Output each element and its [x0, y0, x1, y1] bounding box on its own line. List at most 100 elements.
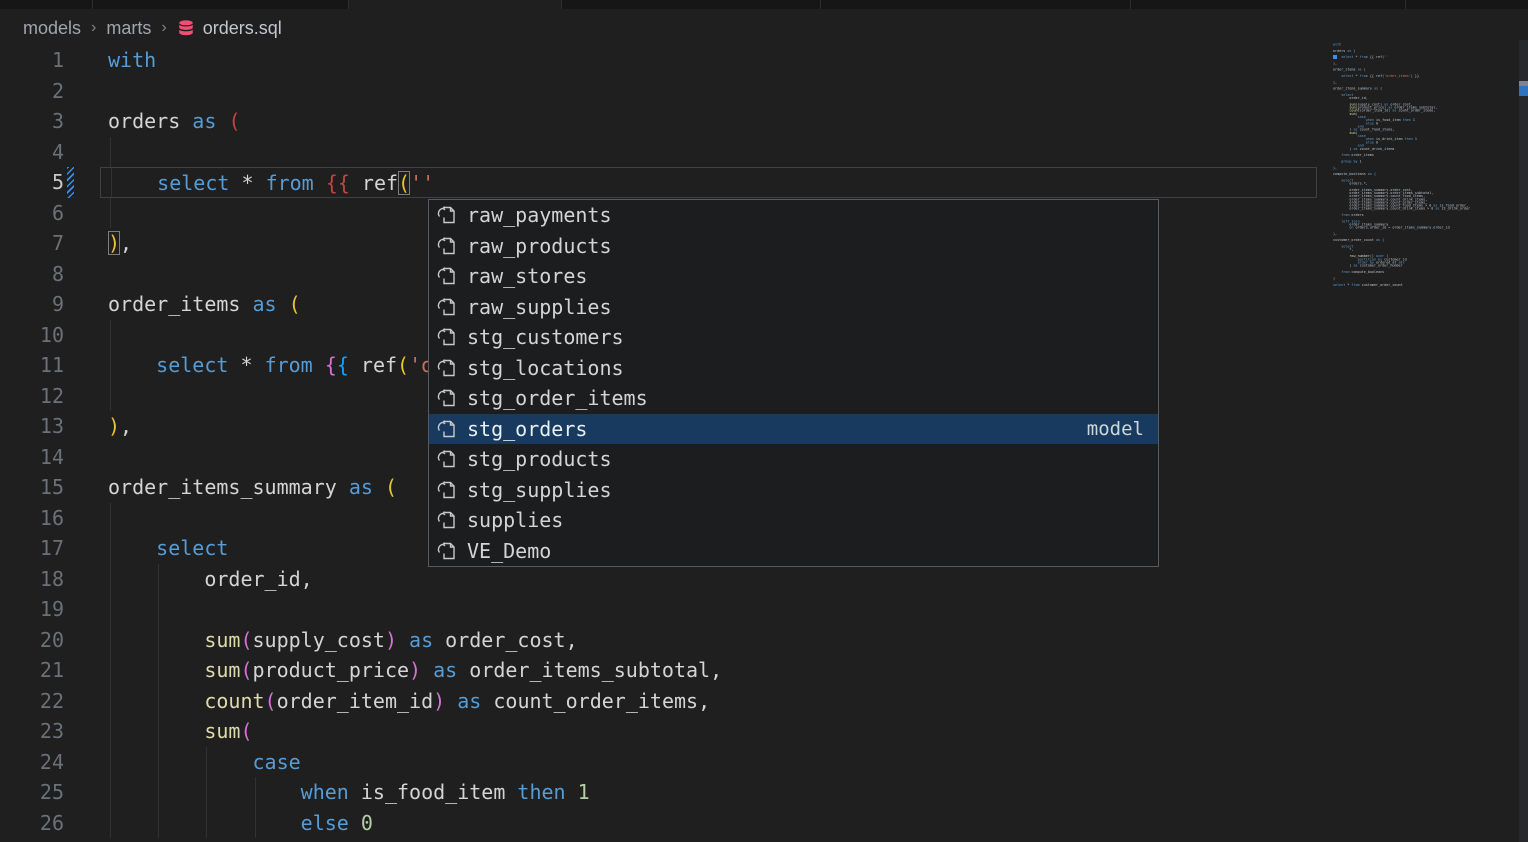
code-token: from: [265, 353, 313, 377]
line-number: 12: [0, 381, 64, 412]
code-line[interactable]: sum(product_price) as order_items_subtot…: [100, 655, 1317, 686]
code-token: sum: [204, 628, 240, 652]
overview-ruler[interactable]: [1519, 40, 1528, 842]
breadcrumb-item-marts[interactable]: marts: [106, 18, 151, 39]
suggest-item-label: raw_products: [467, 234, 612, 258]
indent-guide: [158, 594, 159, 625]
line-number: 7: [0, 228, 64, 259]
suggest-item-stg_products[interactable]: stg_products: [429, 444, 1158, 475]
suggest-item-label: stg_customers: [467, 325, 624, 349]
suggest-item-label: supplies: [467, 508, 563, 532]
suggest-item-stg_supplies[interactable]: stg_supplies: [429, 475, 1158, 506]
code-line[interactable]: case: [100, 747, 1317, 778]
suggest-item-stg_locations[interactable]: stg_locations: [429, 353, 1158, 384]
code-token: as: [433, 658, 457, 682]
line-number: 15: [0, 472, 64, 503]
suggest-item-stg_order_items[interactable]: stg_order_items: [429, 383, 1158, 414]
code-line[interactable]: sum(: [100, 716, 1317, 747]
indent-guide: [110, 381, 111, 412]
code-token: (: [240, 719, 252, 743]
code-token: ): [409, 658, 421, 682]
code-token: [445, 689, 457, 713]
code-token: [313, 353, 325, 377]
indent-guide: [206, 747, 207, 778]
suggest-item-raw_products[interactable]: raw_products: [429, 231, 1158, 262]
indent-guide: [158, 655, 159, 686]
code-line[interactable]: [100, 137, 1317, 168]
breadcrumb-item-file[interactable]: orders.sql: [203, 18, 282, 39]
code-line[interactable]: else 0: [100, 808, 1317, 839]
code-token: ): [108, 231, 120, 255]
code-line[interactable]: count(order_item_id) as count_order_item…: [100, 686, 1317, 717]
indent-guide: [110, 350, 111, 381]
tab-separator: [1130, 0, 1131, 9]
code-token: [108, 353, 156, 377]
code-token: [277, 292, 289, 316]
line-number: 22: [0, 686, 64, 717]
suggest-item-label: stg_supplies: [467, 478, 612, 502]
line-number: 11: [0, 350, 64, 381]
code-token: order_item_id: [277, 689, 434, 713]
suggest-item-label: VE_Demo: [467, 539, 551, 563]
code-token: (: [385, 475, 397, 499]
code-token: [253, 353, 265, 377]
code-token: (: [265, 689, 277, 713]
code-token: with: [108, 48, 156, 72]
code-line[interactable]: when is_food_item then 1: [100, 777, 1317, 808]
code-token: as: [457, 689, 481, 713]
code-token: [254, 171, 266, 195]
line-number: 16: [0, 503, 64, 534]
indent-guide: [110, 808, 111, 839]
file-reference-icon: [436, 448, 458, 470]
line-number: 24: [0, 747, 64, 778]
chevron-right-icon: ›: [91, 19, 96, 37]
code-token: then: [517, 780, 565, 804]
line-number: 10: [0, 320, 64, 351]
code-token: select: [156, 353, 228, 377]
code-line[interactable]: order_id,: [100, 564, 1317, 595]
suggest-item-raw_supplies[interactable]: raw_supplies: [429, 292, 1158, 323]
indent-guide: [158, 716, 159, 747]
minimap[interactable]: with orders as ( select * from {{ ref(''…: [1333, 43, 1493, 373]
code-token: [108, 689, 204, 713]
code-token: ,: [120, 231, 132, 255]
suggest-item-VE_Demo[interactable]: VE_Demo: [429, 536, 1158, 567]
breadcrumb-item-models[interactable]: models: [23, 18, 81, 39]
indent-guide: [158, 777, 159, 808]
code-token: {: [337, 353, 349, 377]
suggest-item-stg_customers[interactable]: stg_customers: [429, 322, 1158, 353]
code-line[interactable]: with: [100, 45, 1317, 76]
chevron-right-icon: ›: [161, 19, 166, 37]
file-reference-icon: [436, 204, 458, 226]
tab-separator: [561, 0, 562, 9]
code-token: *: [240, 353, 252, 377]
indent-guide: [158, 808, 159, 839]
suggest-item-stg_orders[interactable]: stg_ordersmodel: [429, 414, 1158, 445]
suggest-item-label: raw_payments: [467, 203, 612, 227]
code-token: as: [192, 109, 216, 133]
line-number: 17: [0, 533, 64, 564]
suggest-item-raw_stores[interactable]: raw_stores: [429, 261, 1158, 292]
indent-guide: [110, 686, 111, 717]
line-number: 3: [0, 106, 64, 137]
code-line[interactable]: sum(supply_cost) as order_cost,: [100, 625, 1317, 656]
code-line[interactable]: [100, 76, 1317, 107]
code-token: {: [325, 353, 337, 377]
code-token: order_items_summary: [108, 475, 349, 499]
indent-guide: [111, 168, 112, 197]
suggest-item-label: stg_locations: [467, 356, 624, 380]
code-token: ,: [120, 414, 132, 438]
tab-active[interactable]: [348, 0, 561, 9]
code-line[interactable]: [100, 594, 1317, 625]
suggest-item-supplies[interactable]: supplies: [429, 505, 1158, 536]
suggest-item-raw_payments[interactable]: raw_payments: [429, 200, 1158, 231]
file-reference-icon: [436, 479, 458, 501]
code-token: select: [157, 171, 229, 195]
code-line[interactable]: orders as (: [100, 106, 1317, 137]
code-token: sum: [204, 719, 240, 743]
code-token: case: [253, 750, 301, 774]
code-line[interactable]: select * from {{ ref('': [100, 167, 1317, 198]
code-token: '': [410, 171, 434, 195]
indent-guide: [110, 533, 111, 564]
indent-guide: [110, 503, 111, 534]
